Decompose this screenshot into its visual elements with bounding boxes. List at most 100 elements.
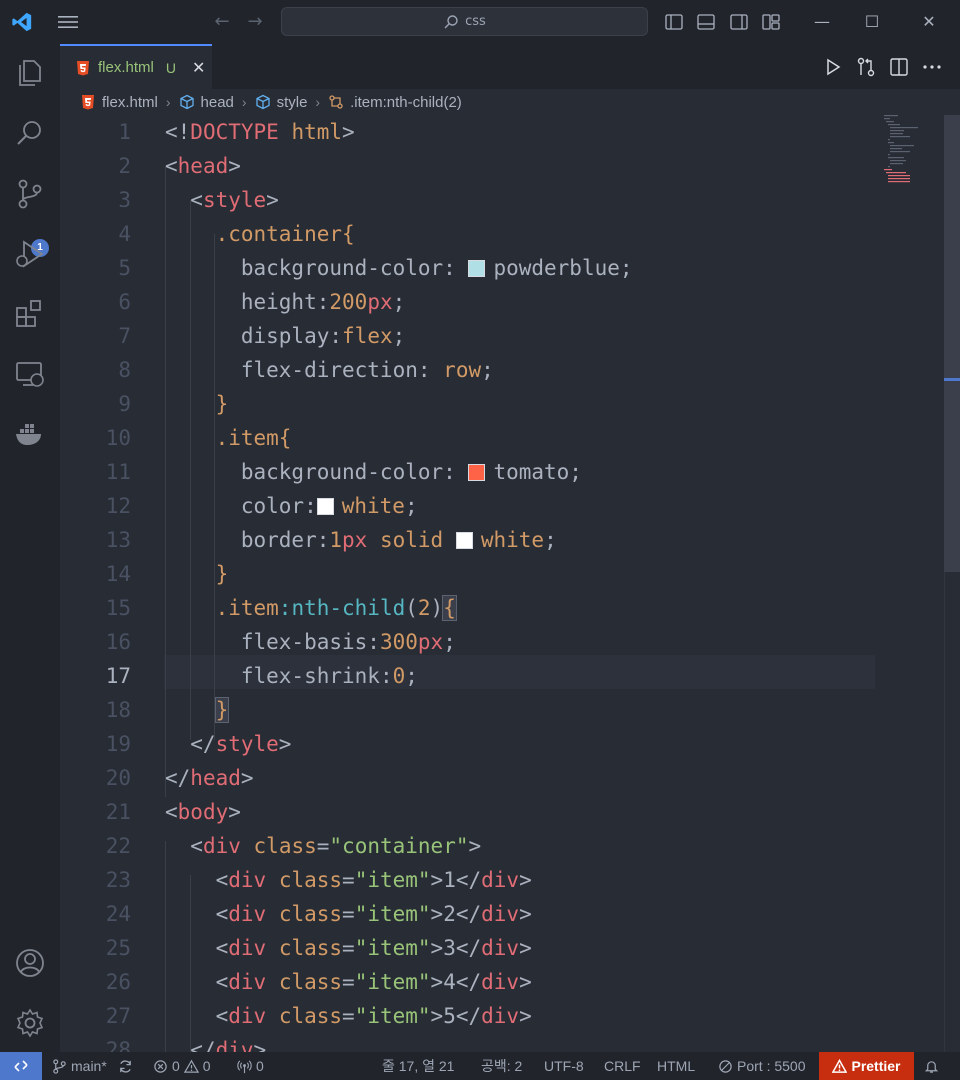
sync-button[interactable] (118, 1052, 133, 1080)
code-line[interactable]: 8 flex-direction: row; (60, 353, 944, 387)
close-window-icon[interactable]: ✕ (917, 10, 941, 34)
code-editor[interactable]: 1 <!DOCTYPE html> 2 <head> 3 <style> 4 .conta… (60, 115, 944, 1052)
back-arrow-icon[interactable]: ← (212, 12, 232, 32)
code-line[interactable]: 10 .item{ (60, 421, 944, 455)
breadcrumb-item-file[interactable]: flex.html (102, 94, 158, 111)
account-icon[interactable] (13, 946, 47, 980)
minimap[interactable] (880, 113, 944, 183)
settings-gear-icon[interactable] (13, 1006, 47, 1040)
code-line[interactable]: 20 </head> (60, 761, 944, 795)
code-line[interactable]: 22 <div class="container"> (60, 829, 944, 863)
code-line[interactable]: 12 color: white; (60, 489, 944, 523)
tab-flex-html[interactable]: flex.html U ✕ (60, 44, 212, 89)
more-actions-icon[interactable] (921, 56, 943, 78)
branch-status[interactable]: main* (52, 1052, 107, 1080)
indentation-status[interactable]: 공백: 2 (481, 1052, 522, 1080)
code-line[interactable]: 17 flex-shrink:0; (60, 659, 944, 693)
line-number: 11 (105, 460, 131, 484)
forward-arrow-icon[interactable]: → (245, 12, 265, 32)
code-text: </div> (165, 1033, 266, 1052)
line-number: 20 (105, 766, 131, 790)
code-line[interactable]: 2 <head> (60, 149, 944, 183)
code-token: html (291, 120, 343, 144)
encoding-status[interactable]: UTF-8 (544, 1052, 584, 1080)
run-debug-icon[interactable] (13, 237, 47, 271)
branch-name: main* (71, 1058, 107, 1074)
command-center-search[interactable]: css (281, 7, 648, 36)
code-line[interactable]: 1 <!DOCTYPE html> (60, 115, 944, 149)
code-line[interactable]: 19 </style> (60, 727, 944, 761)
source-control-icon[interactable] (13, 177, 47, 211)
breadcrumb-item-selector[interactable]: .item:nth-child(2) (350, 94, 462, 111)
run-file-icon[interactable] (822, 56, 844, 78)
code-text: display:flex; (165, 319, 405, 353)
problems-status[interactable]: 0 0 (153, 1052, 211, 1080)
code-token: = (316, 834, 330, 858)
toggle-panel-icon[interactable] (696, 12, 716, 32)
color-swatch-icon[interactable] (316, 498, 334, 515)
close-tab-icon[interactable]: ✕ (192, 58, 205, 77)
breadcrumb-item-head[interactable]: head (201, 94, 234, 111)
code-line[interactable]: 9 } (60, 387, 944, 421)
code-line[interactable]: 25 <div class="item">3</div> (60, 931, 944, 965)
code-line[interactable]: 13 border:1px solid white; (60, 523, 944, 557)
toggle-primary-sidebar-icon[interactable] (664, 12, 684, 32)
code-line[interactable]: 27 <div class="item">5</div> (60, 999, 944, 1033)
search-icon[interactable] (13, 116, 47, 150)
code-line[interactable]: 3 <style> (60, 183, 944, 217)
code-line[interactable]: 21 <body> (60, 795, 944, 829)
scrollbar-thumb[interactable] (944, 115, 960, 572)
cursor-position[interactable]: 줄 17, 열 21 (382, 1052, 454, 1080)
code-token: > (253, 1038, 267, 1052)
extensions-icon[interactable] (13, 297, 47, 331)
live-server-port[interactable]: Port : 5500 (718, 1052, 806, 1080)
error-count: 0 (172, 1058, 180, 1074)
color-swatch-icon[interactable] (455, 532, 473, 549)
code-token: < (165, 154, 178, 178)
code-token: 2 (417, 596, 431, 620)
code-line[interactable]: 11 background-color: tomato; (60, 455, 944, 489)
remote-indicator-button[interactable] (0, 1052, 42, 1080)
minimize-window-icon[interactable]: — (810, 10, 834, 34)
color-swatch-icon[interactable] (468, 464, 486, 481)
code-line[interactable]: 26 <div class="item">4</div> (60, 965, 944, 999)
open-changes-icon[interactable] (855, 56, 877, 78)
code-token: :nth-child (278, 596, 406, 620)
code-line[interactable]: 18 } (60, 693, 944, 727)
code-line[interactable]: 24 <div class="item">2</div> (60, 897, 944, 931)
color-swatch-icon[interactable] (468, 260, 486, 277)
code-token: ; (405, 664, 418, 688)
explorer-icon[interactable] (13, 56, 47, 90)
maximize-window-icon[interactable]: ☐ (860, 10, 884, 34)
ports-status[interactable]: 0 (237, 1052, 264, 1080)
code-token: background-color (240, 460, 444, 484)
prettier-status-button[interactable]: Prettier (819, 1052, 914, 1080)
notifications-button[interactable] (924, 1052, 939, 1080)
toggle-secondary-sidebar-icon[interactable] (729, 12, 749, 32)
eol-status[interactable]: CRLF (604, 1052, 641, 1080)
port-label: Port : 5500 (737, 1058, 806, 1074)
code-line[interactable]: 15 .item:nth-child(2){ (60, 591, 944, 625)
code-line[interactable]: 6 height:200px; (60, 285, 944, 319)
remote-explorer-icon[interactable] (13, 357, 47, 391)
code-token: { (278, 426, 292, 450)
code-line[interactable]: 4 .container{ (60, 217, 944, 251)
code-token: "item" (354, 936, 431, 960)
code-line[interactable]: 5 background-color: powderblue; (60, 251, 944, 285)
code-token: flex-direction (240, 358, 418, 382)
docker-icon[interactable] (13, 417, 47, 451)
hamburger-menu-icon[interactable] (57, 14, 79, 30)
split-editor-icon[interactable] (888, 56, 910, 78)
code-token: class (253, 834, 317, 858)
code-line[interactable]: 7 display:flex; (60, 319, 944, 353)
code-line[interactable]: 23 <div class="item">1</div> (60, 863, 944, 897)
language-mode[interactable]: HTML (657, 1052, 695, 1080)
code-line[interactable]: 16 flex-basis:300px; (60, 625, 944, 659)
customize-layout-icon[interactable] (761, 12, 781, 32)
code-line[interactable]: 14 } (60, 557, 944, 591)
no-entry-icon (719, 1059, 732, 1073)
code-line[interactable]: 28 </div> (60, 1033, 944, 1052)
breadcrumb-item-style[interactable]: style (277, 94, 308, 111)
